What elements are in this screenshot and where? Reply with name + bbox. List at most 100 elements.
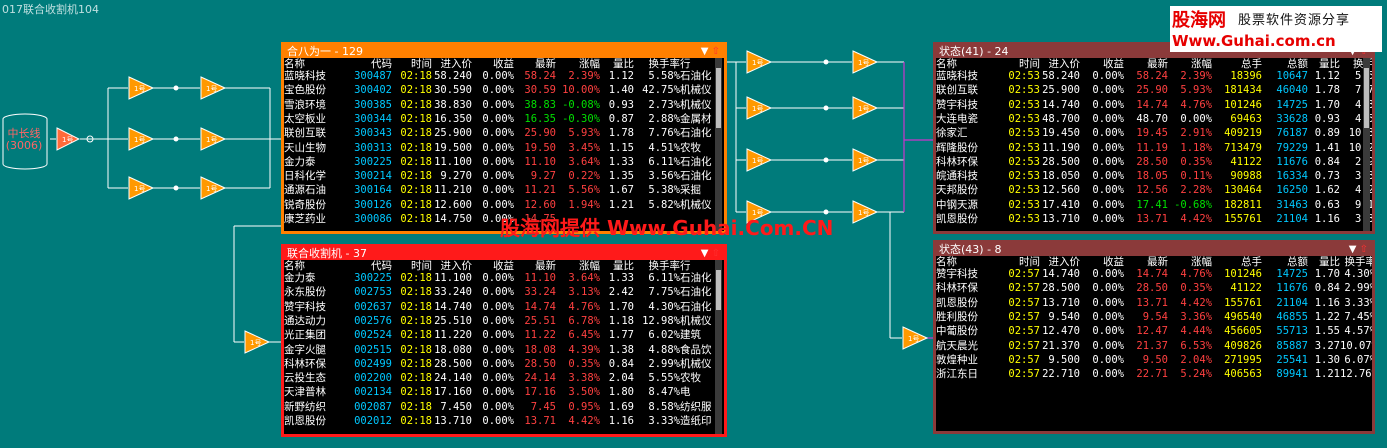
- panel-status-41[interactable]: 状态(41) - 24 ▼ ⇧ 名称时间进入价收益最新涨幅总手总额量比换手蓝晓科…: [933, 42, 1375, 234]
- column-header[interactable]: 量比: [1308, 58, 1340, 70]
- column-header[interactable]: 名称: [284, 260, 342, 272]
- cell-gain: 0.00%: [482, 70, 514, 82]
- panel-status-43-header[interactable]: 状态(43) - 8 ▼ ⇧: [936, 243, 1372, 256]
- scrollbar[interactable]: [715, 58, 722, 231]
- cell-ind: 机械仪: [680, 84, 712, 97]
- cell-gain: 0.00%: [482, 343, 514, 356]
- cell-last: 19.50: [524, 141, 556, 154]
- cell-name: 凯恩股份: [936, 296, 978, 309]
- cell-entry: 25.900: [434, 127, 472, 140]
- panel-heba-header[interactable]: 合八为一 - 129 ▼ ⇧: [284, 45, 724, 58]
- filter-node-icon[interactable]: 1号: [852, 96, 879, 124]
- column-header[interactable]: 行: [680, 58, 715, 70]
- column-header[interactable]: 代码: [342, 260, 392, 272]
- column-header[interactable]: 换手率: [634, 260, 681, 272]
- panel-controls[interactable]: ▼ ⇧: [1349, 243, 1368, 256]
- column-header[interactable]: 最新: [514, 58, 556, 70]
- filter-node-icon[interactable]: 1号: [852, 148, 879, 176]
- panel-status-43[interactable]: 状态(43) - 8 ▼ ⇧ 名称 时间 进入价 收益 最新 涨幅 总手 总额 量比 换手率 赞宇科…: [933, 240, 1375, 434]
- cell-time: 02:18: [400, 170, 432, 183]
- column-header[interactable]: 换手率: [1340, 256, 1373, 268]
- column-header[interactable]: 量比: [1308, 256, 1340, 268]
- column-header[interactable]: 收益: [1080, 58, 1124, 70]
- cell-name: 徐家汇: [936, 127, 968, 140]
- column-header[interactable]: 涨幅: [556, 58, 600, 70]
- filter-node-icon[interactable]: 1号: [200, 76, 227, 104]
- filter-node-icon[interactable]: 1号: [128, 76, 155, 104]
- cell-name: 凯恩股份: [284, 415, 326, 427]
- cell-turn: 4.30%: [1344, 268, 1375, 280]
- scrollbar[interactable]: [1363, 58, 1370, 231]
- column-header[interactable]: 最新: [1124, 58, 1168, 70]
- cell-code: 300214: [354, 170, 392, 183]
- column-header[interactable]: 时间: [392, 58, 432, 70]
- filter-node-icon[interactable]: 1号: [200, 127, 227, 155]
- cell-vr: 0.84: [608, 357, 634, 370]
- column-header[interactable]: 名称: [936, 58, 994, 70]
- column-header[interactable]: 最新: [1124, 256, 1168, 268]
- scrollbar[interactable]: [715, 260, 722, 434]
- filter-node-icon[interactable]: 1号: [852, 50, 879, 78]
- cell-vol: 155761: [1224, 296, 1262, 309]
- cell-last: 30.59: [524, 84, 556, 97]
- cell-turn: 5.38%: [648, 184, 680, 197]
- cell-name: 日科化学: [284, 170, 326, 183]
- column-header[interactable]: 行: [680, 260, 715, 272]
- filter-node-icon[interactable]: 1号: [902, 326, 929, 354]
- column-header[interactable]: 换手率: [634, 58, 681, 70]
- filter-node-icon[interactable]: 1号: [852, 200, 879, 228]
- column-header[interactable]: 量比: [600, 58, 634, 70]
- column-header[interactable]: 进入价: [1040, 58, 1081, 70]
- cell-entry: 18.050: [1042, 170, 1080, 183]
- filter-node-icon[interactable]: 1号: [56, 127, 81, 155]
- cell-pct: 0.95%: [568, 400, 600, 413]
- cell-pct: 5.93%: [568, 127, 600, 140]
- filter-node-icon[interactable]: 1号: [128, 176, 155, 204]
- column-header[interactable]: 进入价: [1040, 256, 1081, 268]
- cell-vr: 2.04: [608, 372, 634, 385]
- column-header[interactable]: 进入价: [432, 58, 473, 70]
- cell-time: 02:18: [400, 213, 432, 225]
- panel-controls[interactable]: ▼ ⇧: [701, 45, 720, 58]
- column-header[interactable]: 最新: [514, 260, 556, 272]
- column-header[interactable]: 名称: [284, 58, 342, 70]
- cell-last: 9.50: [1142, 353, 1168, 366]
- filter-node-icon[interactable]: 1号: [244, 330, 271, 358]
- panel-controls[interactable]: ▼ ⇧: [701, 247, 720, 260]
- cell-amt: 10647: [1276, 70, 1308, 82]
- panel-heba[interactable]: 合八为一 - 129 ▼ ⇧ 名称 代码 时间 进入价 收益 最新 涨幅 量比 换手率行蓝晓科技…: [281, 42, 727, 234]
- column-header[interactable]: 时间: [994, 58, 1040, 70]
- column-header[interactable]: 总手: [1212, 256, 1262, 268]
- column-header[interactable]: 时间: [392, 260, 432, 272]
- column-header[interactable]: 名称: [936, 256, 994, 268]
- filter-node-icon[interactable]: 1号: [746, 50, 773, 78]
- filter-node-icon[interactable]: 1号: [746, 96, 773, 124]
- cell-entry: 13.710: [1042, 296, 1080, 309]
- column-header[interactable]: 进入价: [432, 260, 473, 272]
- column-header[interactable]: 收益: [472, 58, 514, 70]
- cell-gain: 0.00%: [482, 127, 514, 140]
- column-header[interactable]: 总额: [1262, 256, 1308, 268]
- cell-entry: 19.450: [1042, 127, 1080, 140]
- filter-node-icon[interactable]: 1号: [200, 176, 227, 204]
- column-header[interactable]: 涨幅: [556, 260, 600, 272]
- cell-entry: 11.100: [434, 272, 472, 284]
- panel-lianhe[interactable]: 联合收割机 - 37 ▼ ⇧ 名称 代码 时间 进入价 收益 最新 涨幅 量比 换手率行金力泰 3…: [281, 244, 727, 437]
- column-header[interactable]: 收益: [1080, 256, 1124, 268]
- filter-node-icon[interactable]: 1号: [128, 127, 155, 155]
- panel-lianhe-header[interactable]: 联合收割机 - 37 ▼ ⇧: [284, 247, 724, 260]
- filter-node-icon[interactable]: 1号: [746, 148, 773, 176]
- column-header[interactable]: 总额: [1262, 58, 1308, 70]
- column-header[interactable]: 收益: [472, 260, 514, 272]
- column-header[interactable]: 代码: [342, 58, 392, 70]
- cell-entry: 17.160: [434, 386, 472, 399]
- cell-turn: 6.07%: [1344, 353, 1375, 366]
- column-header[interactable]: 量比: [600, 260, 634, 272]
- column-header[interactable]: 总手: [1212, 58, 1262, 70]
- column-header[interactable]: 涨幅: [1168, 58, 1212, 70]
- cell-entry: 12.600: [434, 198, 472, 211]
- cell-name: 中钢天源: [936, 198, 978, 211]
- column-header[interactable]: 涨幅: [1168, 256, 1212, 268]
- column-header[interactable]: 时间: [994, 256, 1040, 268]
- cell-entry: 38.830: [434, 98, 472, 111]
